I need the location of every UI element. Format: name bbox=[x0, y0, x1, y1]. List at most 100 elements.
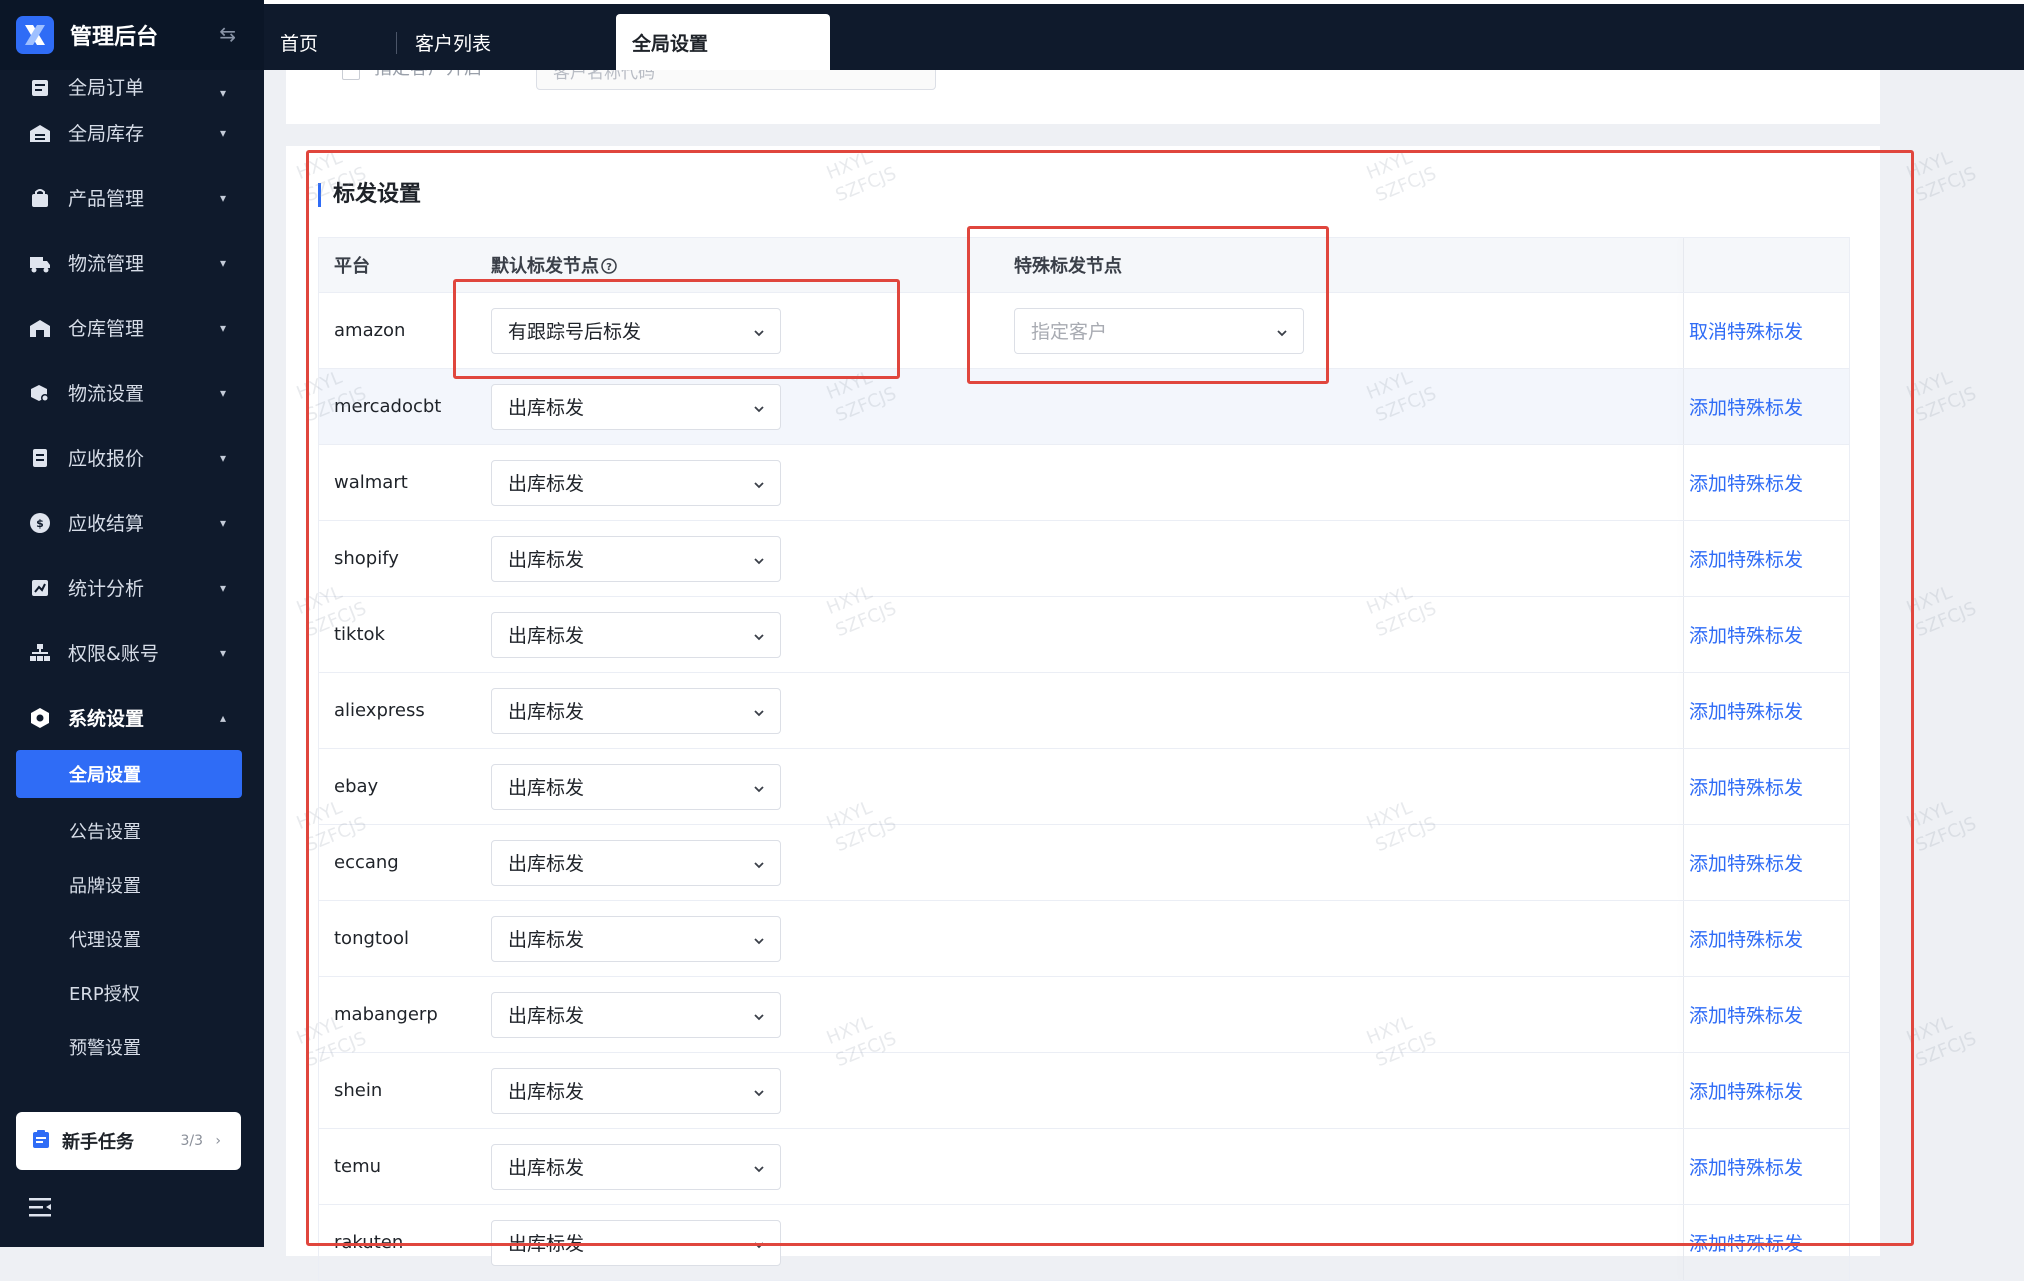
sidebar-item-logistics[interactable]: 物流管理 ▾ bbox=[0, 230, 264, 295]
order-icon bbox=[28, 76, 52, 100]
help-icon[interactable]: ? bbox=[601, 258, 617, 274]
sidebar-subitem-agent[interactable]: 代理设置 bbox=[0, 912, 264, 966]
default-node-select[interactable]: 出库标发 bbox=[491, 839, 781, 886]
sidebar-item-settlement[interactable]: $ 应收结算 ▾ bbox=[0, 490, 264, 555]
fixed-column-divider bbox=[1683, 901, 1684, 976]
special-marking-action-link[interactable]: 添加特殊标发 bbox=[1689, 925, 1803, 952]
tab-home[interactable]: 首页 bbox=[264, 14, 334, 70]
chevron-down-icon bbox=[752, 399, 766, 421]
collapse-icon[interactable]: ⇆ bbox=[219, 22, 236, 46]
special-marking-action-link[interactable]: 添加特殊标发 bbox=[1689, 469, 1803, 496]
fixed-column-divider bbox=[1683, 673, 1684, 748]
sidebar-item-inventory[interactable]: 全局库存 ▾ bbox=[0, 100, 264, 165]
fixed-column-divider bbox=[1683, 1205, 1684, 1280]
table-row: ebay 出库标发 添加特殊标发 bbox=[319, 748, 1849, 824]
sidebar-item-warehouse[interactable]: 仓库管理 ▾ bbox=[0, 295, 264, 360]
newbie-task-card[interactable]: 新手任务 3/3 › bbox=[16, 1112, 241, 1170]
table-row: tiktok 出库标发 添加特殊标发 bbox=[319, 596, 1849, 672]
default-node-select[interactable]: 出库标发 bbox=[491, 383, 781, 430]
dollar-icon: $ bbox=[28, 511, 52, 535]
sidebar-item-label: 应收结算 bbox=[68, 513, 145, 535]
default-node-select[interactable]: 出库标发 bbox=[491, 687, 781, 734]
special-marking-action-link[interactable]: 添加特殊标发 bbox=[1689, 545, 1803, 572]
special-marking-action-link[interactable]: 添加特殊标发 bbox=[1689, 621, 1803, 648]
fixed-column-divider bbox=[1683, 597, 1684, 672]
special-node-select[interactable]: 指定客户 bbox=[1014, 307, 1304, 354]
sidebar-item-quote[interactable]: 应收报价 ▾ bbox=[0, 425, 264, 490]
special-marking-action-link[interactable]: 添加特殊标发 bbox=[1689, 1229, 1803, 1256]
sidebar-item-analytics[interactable]: 统计分析 ▾ bbox=[0, 555, 264, 620]
default-node-select[interactable]: 出库标发 bbox=[491, 763, 781, 810]
sidebar: 管理后台 ⇆ 全局订单 ▾ 全局库存 ▾ 产品管理 ▾ 物流管理 ▾ 仓库管理 … bbox=[0, 0, 264, 1247]
chevron-down-icon: ▾ bbox=[219, 86, 226, 100]
special-marking-action-link[interactable]: 添加特殊标发 bbox=[1689, 773, 1803, 800]
sidebar-item-orders[interactable]: 全局订单 ▾ bbox=[0, 70, 264, 100]
chevron-down-icon bbox=[752, 703, 766, 725]
platform-cell: shopify bbox=[334, 548, 399, 569]
chevron-down-icon: ▾ bbox=[219, 320, 226, 335]
org-icon bbox=[28, 641, 52, 665]
select-value: 出库标发 bbox=[508, 1081, 585, 1103]
col-default-node-label: 默认标发节点 bbox=[491, 256, 599, 277]
top-bar: 首页 客户列表 全局设置 bbox=[264, 0, 2024, 70]
sidebar-item-label: 物流管理 bbox=[68, 253, 145, 275]
sidebar-item-system-settings[interactable]: 系统设置 ▴ bbox=[0, 685, 264, 750]
sidebar-item-label: 全局库存 bbox=[68, 123, 145, 145]
table-row: shopify 出库标发 添加特殊标发 bbox=[319, 520, 1849, 596]
platform-cell: mabangerp bbox=[334, 1004, 438, 1025]
col-default-node: 默认标发节点? bbox=[491, 252, 617, 278]
special-marking-action-link[interactable]: 添加特殊标发 bbox=[1689, 697, 1803, 724]
default-node-select[interactable]: 出库标发 bbox=[491, 535, 781, 582]
platform-cell: walmart bbox=[334, 472, 408, 493]
chevron-down-icon bbox=[752, 1159, 766, 1181]
platform-cell: rakuten bbox=[334, 1232, 404, 1253]
platform-cell: amazon bbox=[334, 320, 406, 341]
inventory-icon bbox=[28, 121, 52, 145]
tab-customer-list[interactable]: 客户列表 bbox=[399, 14, 507, 70]
select-value: 出库标发 bbox=[508, 1233, 585, 1255]
special-marking-action-link[interactable]: 添加特殊标发 bbox=[1689, 393, 1803, 420]
default-node-select[interactable]: 出库标发 bbox=[491, 459, 781, 506]
sidebar-subitem-announcement[interactable]: 公告设置 bbox=[0, 804, 264, 858]
table-row: walmart 出库标发 添加特殊标发 bbox=[319, 444, 1849, 520]
default-node-select[interactable]: 出库标发 bbox=[491, 1067, 781, 1114]
table-row: rakuten 出库标发 添加特殊标发 bbox=[319, 1204, 1849, 1280]
clipboard-icon bbox=[32, 1129, 50, 1153]
menu-fold-icon[interactable] bbox=[28, 1196, 52, 1222]
default-node-select[interactable]: 出库标发 bbox=[491, 915, 781, 962]
default-node-select[interactable]: 出库标发 bbox=[491, 1143, 781, 1190]
special-marking-action-link[interactable]: 取消特殊标发 bbox=[1689, 317, 1803, 344]
table-row: amazon 有跟踪号后标发 指定客户 取消特殊标发 bbox=[319, 292, 1849, 368]
special-marking-action-link[interactable]: 添加特殊标发 bbox=[1689, 849, 1803, 876]
select-value: 有跟踪号后标发 bbox=[508, 321, 642, 343]
sidebar-item-label: 系统设置 bbox=[68, 708, 145, 730]
brand[interactable]: 管理后台 ⇆ bbox=[0, 0, 264, 70]
sidebar-item-permissions[interactable]: 权限&账号 ▾ bbox=[0, 620, 264, 685]
platform-cell: aliexpress bbox=[334, 700, 425, 721]
sidebar-item-logistics-settings[interactable]: 物流设置 ▾ bbox=[0, 360, 264, 425]
platform-cell: tiktok bbox=[334, 624, 385, 645]
default-node-select[interactable]: 出库标发 bbox=[491, 991, 781, 1038]
sidebar-subitem-erp[interactable]: ERP授权 bbox=[0, 966, 264, 1020]
sidebar-subitem-alert[interactable]: 预警设置 bbox=[0, 1020, 264, 1074]
col-platform: 平台 bbox=[334, 256, 370, 277]
sidebar-subitem-global-settings[interactable]: 全局设置 bbox=[16, 750, 242, 798]
default-node-select[interactable]: 出库标发 bbox=[491, 611, 781, 658]
default-node-select[interactable]: 有跟踪号后标发 bbox=[491, 307, 781, 354]
special-marking-action-link[interactable]: 添加特殊标发 bbox=[1689, 1077, 1803, 1104]
table-row: mercadocbt 出库标发 添加特殊标发 bbox=[319, 368, 1849, 444]
special-marking-action-link[interactable]: 添加特殊标发 bbox=[1689, 1153, 1803, 1180]
svg-text:$: $ bbox=[36, 517, 44, 530]
task-progress: 3/3 bbox=[180, 1133, 203, 1149]
product-icon bbox=[28, 186, 52, 210]
special-marking-action-link[interactable]: 添加特殊标发 bbox=[1689, 1001, 1803, 1028]
chevron-up-icon: ▴ bbox=[219, 710, 226, 725]
default-node-select[interactable]: 出库标发 bbox=[491, 1219, 781, 1266]
tab-global-settings[interactable]: 全局设置 bbox=[616, 14, 830, 70]
chart-icon bbox=[28, 576, 52, 600]
sidebar-item-label: 权限&账号 bbox=[68, 643, 159, 665]
chevron-down-icon bbox=[752, 931, 766, 953]
app-title: 管理后台 bbox=[70, 25, 159, 50]
sidebar-item-products[interactable]: 产品管理 ▾ bbox=[0, 165, 264, 230]
sidebar-subitem-brand[interactable]: 品牌设置 bbox=[0, 858, 264, 912]
